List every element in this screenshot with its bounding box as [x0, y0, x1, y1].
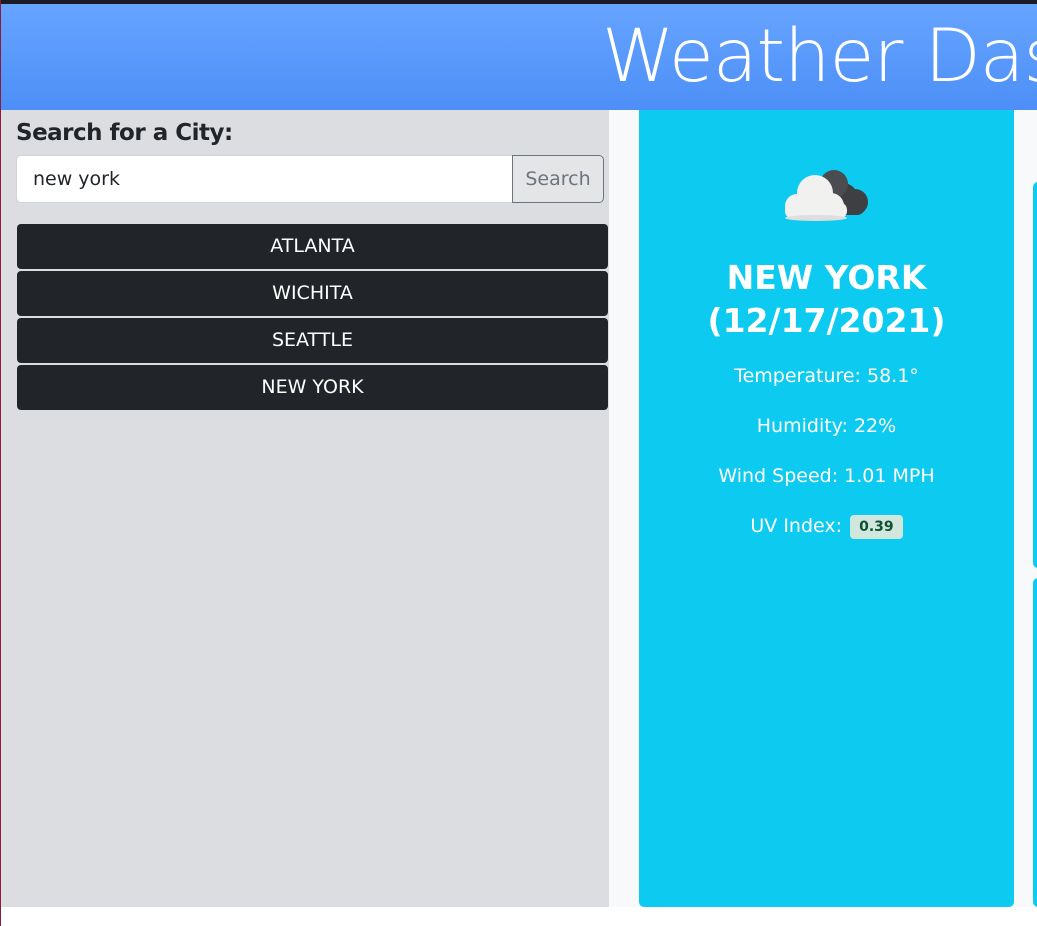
header-bar: Weather Dashboard [0, 4, 1037, 110]
history-city-button[interactable]: WICHITA [17, 271, 608, 316]
city-name: NEW YORK [726, 258, 927, 297]
cloudy-icon [785, 170, 868, 221]
city-search-input[interactable] [16, 155, 513, 203]
current-weather-card: NEW YORK (12/17/2021) Temperature: 58.1°… [639, 110, 1014, 907]
history-city-button[interactable]: NEW YORK [17, 365, 608, 410]
humidity-text: Humidity: 22% [756, 415, 897, 437]
page-title: Weather Dashboard [602, 14, 1037, 99]
weather-main: NEW YORK (12/17/2021) Temperature: 58.1°… [609, 110, 1037, 907]
search-button[interactable]: Search [512, 155, 604, 203]
search-sidebar: Search for a City: Search ATLANTA WICHIT… [0, 110, 609, 907]
forecast-card [1033, 578, 1037, 907]
search-history-list: ATLANTA WICHITA SEATTLE NEW YORK [17, 224, 608, 412]
top-border [0, 0, 1037, 4]
history-city-button[interactable]: SEATTLE [17, 318, 608, 363]
current-city-heading: NEW YORK (12/17/2021) [639, 256, 1014, 342]
search-label: Search for a City: [16, 120, 233, 146]
uv-index-row: UV Index: 0.39 [639, 514, 1014, 539]
forecast-card [1033, 182, 1037, 568]
left-border [0, 0, 1, 926]
wind-speed-text: Wind Speed: 1.01 MPH [718, 465, 935, 487]
uv-index-badge: 0.39 [850, 515, 903, 539]
history-city-button[interactable]: ATLANTA [17, 224, 608, 269]
page-footer [0, 907, 1037, 926]
page: Weather Dashboard Search for a City: Sea… [0, 0, 1037, 926]
uv-index-label: UV Index: [750, 515, 843, 537]
current-date: (12/17/2021) [707, 301, 946, 340]
temperature-text: Temperature: 58.1° [734, 365, 919, 387]
